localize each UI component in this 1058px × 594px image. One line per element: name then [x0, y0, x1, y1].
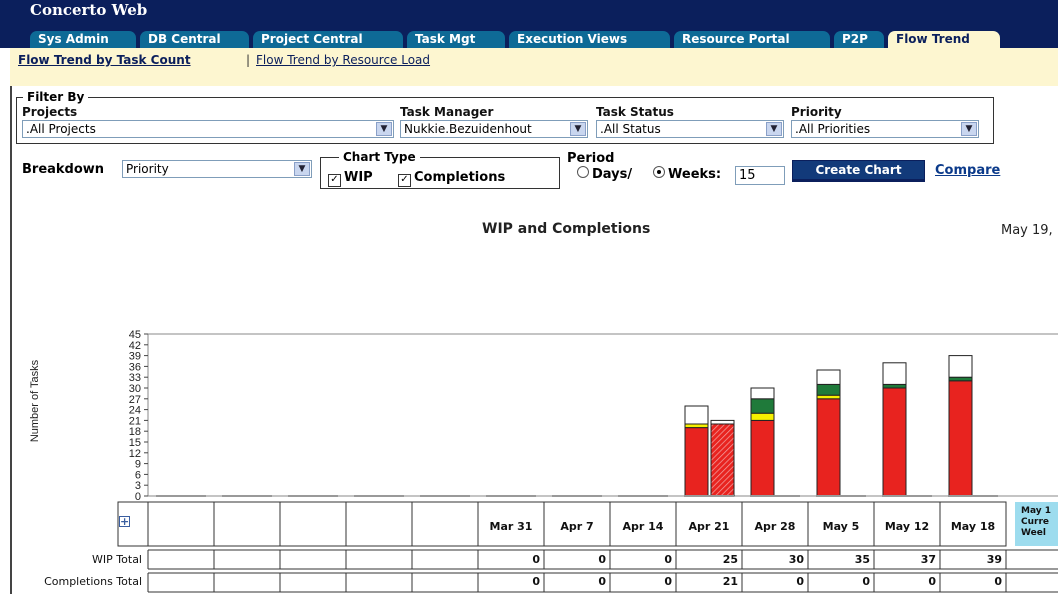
category-label: Apr 7	[560, 520, 594, 533]
totals-cell: 0	[598, 553, 606, 566]
filter-by-legend: Filter By	[27, 90, 85, 104]
period-label: Period	[567, 151, 615, 166]
totals-cell: 39	[986, 553, 1002, 566]
subnav-bar: Flow Trend by Task Count | Flow Trend by…	[10, 48, 1058, 86]
totals-cell: 0	[664, 575, 672, 588]
days-radio-label: Days/	[592, 167, 633, 182]
category-label: Apr 14	[622, 520, 664, 533]
completions-checkbox-label: Completions	[414, 170, 506, 185]
totals-cell: 0	[532, 575, 540, 588]
create-chart-button[interactable]: Create Chart	[792, 160, 925, 182]
chevron-down-icon: ▼	[376, 122, 392, 136]
y-axis-label: Number of Tasks	[29, 359, 41, 443]
totals-cell: 0	[796, 575, 804, 588]
days-radio[interactable]: Days/	[577, 166, 632, 182]
checkmark-icon: ✓	[398, 174, 411, 187]
radio-selected-icon	[653, 166, 665, 178]
totals-cell: 0	[994, 575, 1002, 588]
chart-title: WIP and Completions	[482, 221, 651, 237]
current-week-line-1: May 1	[1021, 506, 1052, 516]
flow-trend-by-resource-load-link[interactable]: Flow Trend by Resource Load	[256, 53, 430, 67]
projects-select-value: .All Projects	[26, 122, 96, 136]
subnav-separator: |	[246, 53, 251, 67]
totals-cell: 30	[788, 553, 804, 566]
chevron-down-icon: ▼	[961, 122, 977, 136]
totals-cell: 35	[854, 553, 870, 566]
task-status-select[interactable]: .All Status ▼	[596, 120, 784, 138]
tab-flow-trend[interactable]: Flow Trend	[888, 31, 1000, 48]
flow-trend-by-task-count-link[interactable]: Flow Trend by Task Count	[18, 53, 191, 67]
weeks-radio[interactable]: Weeks:	[653, 166, 721, 182]
wip-checkbox[interactable]: ✓ WIP	[328, 170, 373, 187]
task-status-label: Task Status	[596, 105, 674, 119]
tab-db-central[interactable]: DB Central	[140, 31, 249, 48]
priority-select-value: .All Priorities	[795, 122, 871, 136]
wip-checkbox-label: WIP	[344, 170, 373, 185]
totals-cell: 25	[722, 553, 738, 566]
breakdown-select-value: Priority	[126, 162, 169, 176]
projects-label: Projects	[22, 105, 78, 119]
expand-icon[interactable]: +	[119, 516, 130, 527]
category-label: Apr 21	[688, 520, 730, 533]
breakdown-label: Breakdown	[22, 162, 105, 177]
completions-checkbox[interactable]: ✓ Completions	[398, 170, 505, 187]
chevron-down-icon: ▼	[766, 122, 782, 136]
breakdown-select[interactable]: Priority ▼	[122, 160, 312, 178]
app-header: Concerto Web Sys Admin DB Central Projec…	[0, 0, 1058, 48]
priority-label: Priority	[791, 105, 842, 119]
chevron-down-icon: ▼	[570, 122, 586, 136]
tab-resource-portal[interactable]: Resource Portal	[674, 31, 830, 48]
weeks-radio-label: Weeks:	[668, 167, 722, 182]
category-label: May 18	[950, 520, 996, 533]
category-label: May 12	[884, 520, 930, 533]
totals-cell: 0	[664, 553, 672, 566]
tab-p2p[interactable]: P2P	[834, 31, 884, 48]
checkmark-icon: ✓	[328, 174, 341, 187]
tab-task-mgt[interactable]: Task Mgt	[407, 31, 505, 48]
tab-project-central[interactable]: Project Central	[253, 31, 403, 48]
tab-execution-views[interactable]: Execution Views	[509, 31, 670, 48]
current-week-line-2: Curre	[1021, 517, 1049, 527]
totals-cell: 0	[928, 575, 936, 588]
totals-cell: 37	[920, 553, 936, 566]
chevron-down-icon: ▼	[294, 162, 310, 176]
task-status-select-value: .All Status	[600, 122, 661, 136]
category-label: May 5	[822, 520, 860, 533]
radio-unselected-icon	[577, 166, 589, 178]
totals-row-label: WIP Total	[92, 553, 142, 566]
compare-link[interactable]: Compare	[935, 163, 1000, 178]
totals-row-label: Completions Total	[44, 575, 142, 588]
task-manager-select-value: Nukkie.Bezuidenhout	[404, 122, 532, 136]
app-title: Concerto Web	[30, 1, 148, 19]
current-week-line-3: Weel	[1021, 528, 1046, 538]
current-week-cell: May 1 Curre Weel	[1015, 502, 1058, 546]
totals-cell: 0	[862, 575, 870, 588]
priority-select[interactable]: .All Priorities ▼	[791, 120, 979, 138]
projects-select[interactable]: .All Projects ▼	[22, 120, 394, 138]
weeks-input[interactable]: 15	[735, 166, 785, 185]
category-label: Mar 31	[489, 520, 533, 533]
totals-cell: 0	[532, 553, 540, 566]
chart-date-label: May 19,	[1001, 223, 1053, 238]
tab-sys-admin[interactable]: Sys Admin	[30, 31, 136, 48]
task-manager-label: Task Manager	[400, 105, 494, 119]
category-label: Apr 28	[754, 520, 796, 533]
totals-cell: 0	[598, 575, 606, 588]
task-manager-select[interactable]: Nukkie.Bezuidenhout ▼	[400, 120, 588, 138]
chart-type-legend: Chart Type	[343, 150, 416, 164]
totals-cell: 21	[722, 575, 738, 588]
